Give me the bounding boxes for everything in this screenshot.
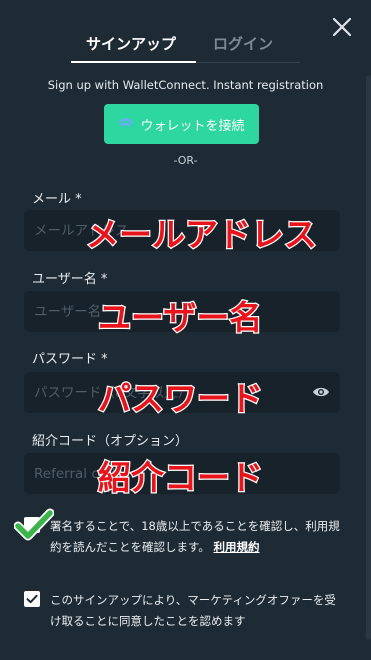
terms-link[interactable]: 利用規約 xyxy=(214,540,260,554)
marketing-text: このサインアップにより、マーケティングオファーを受け取ることに同意したことを認め… xyxy=(50,593,336,628)
tab-signup[interactable]: サインアップ xyxy=(86,33,176,55)
marketing-checkbox[interactable] xyxy=(24,591,40,607)
terms-body: 署名することで、18歳以上であることを確認し、利用規約を読んだことを確認します。 xyxy=(50,519,340,554)
walletconnect-icon xyxy=(119,118,134,127)
auth-tabs: サインアップ ログイン xyxy=(0,33,371,63)
password-field-box xyxy=(24,372,340,413)
scrollbar[interactable] xyxy=(366,75,371,640)
referral-field-box xyxy=(24,453,340,494)
email-field-box xyxy=(24,210,340,251)
connect-wallet-button[interactable]: ウォレットを接続 xyxy=(104,104,259,144)
intro-text: Sign up with WalletConnect. Instant regi… xyxy=(47,78,324,92)
email-label: メール * xyxy=(32,192,82,207)
password-label: パスワード * xyxy=(32,352,108,367)
terms-checkbox[interactable] xyxy=(24,517,40,533)
referral-label: 紹介コード（オプション） xyxy=(32,434,189,449)
username-field-box xyxy=(24,291,340,332)
or-divider: -OR- xyxy=(173,154,198,167)
email-field[interactable] xyxy=(24,210,340,251)
username-field[interactable] xyxy=(24,291,340,332)
eye-icon[interactable] xyxy=(312,385,330,399)
referral-field[interactable] xyxy=(24,453,340,494)
username-label: ユーザー名 * xyxy=(32,272,108,287)
tab-login[interactable]: ログイン xyxy=(213,33,273,55)
terms-text: 署名することで、18歳以上であることを確認し、利用規約を読んだことを確認します。… xyxy=(50,516,350,558)
connect-wallet-label: ウォレットを接続 xyxy=(140,118,245,134)
password-field[interactable] xyxy=(24,372,340,413)
active-tab-indicator xyxy=(71,61,196,63)
checkbox-check-icon xyxy=(26,594,38,604)
